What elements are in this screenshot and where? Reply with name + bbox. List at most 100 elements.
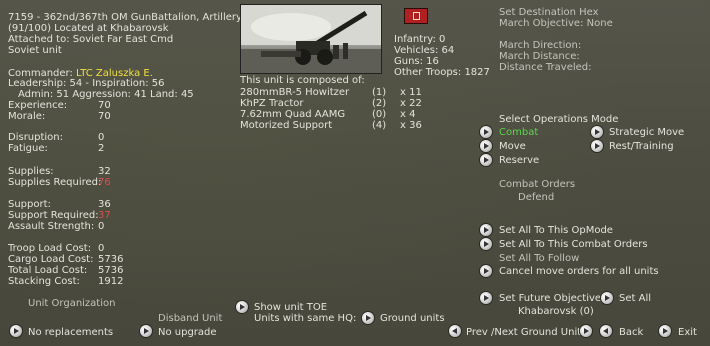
set-all-objective-label[interactable]: Set All [619,293,651,304]
composition-item-damaged: (1) [372,87,387,98]
composition-item-name: KhPZ Tractor [240,98,304,109]
move-mode-button[interactable] [480,140,492,152]
stat-value: 0 [98,132,105,143]
stat-label: Supplies: [8,166,54,177]
total-guns: Guns: 16 [394,56,439,67]
reserve-mode-label[interactable]: Reserve [499,155,539,166]
stat-value: 2 [98,143,105,154]
stat-label: Assault Strength: [8,221,95,232]
exit-label[interactable]: Exit [678,327,697,338]
set-all-opmode-button[interactable] [480,224,492,236]
set-all-opmode-label[interactable]: Set All To This OpMode [499,225,613,236]
set-destination-hex[interactable]: Set Destination Hex [499,7,599,18]
stat-value: 5736 [98,265,124,276]
composition-item-damaged: (0) [372,109,387,120]
exit-button[interactable] [659,325,671,337]
replacements-button[interactable] [10,325,22,337]
prev-next-unit-label: Prev /Next Ground Unit [466,327,582,338]
stat-value-warning: 37 [98,210,111,221]
prev-unit-button[interactable] [449,325,461,337]
howitzer-silhouette-icon [241,5,381,73]
strategic-move-label[interactable]: Strategic Move [609,127,684,138]
composition-header: This unit is composed of: [240,75,365,86]
show-toe-button[interactable] [236,301,248,313]
stat-label: Support Required: [8,210,99,221]
future-objective-label[interactable]: Set Future Objective [499,293,601,304]
composition-item-count: x 11 [400,87,422,98]
opmode-header: Select Operations Mode [499,114,619,125]
unit-photo [240,4,382,74]
ground-units-label[interactable]: Ground units [380,313,445,324]
stat-label: Cargo Load Cost: [8,254,94,265]
disband-unit-label: Disband Unit [158,313,223,324]
stat-value-warning: 76 [98,177,111,188]
stat-value: 0 [98,221,105,232]
back-label[interactable]: Back [619,327,643,338]
stat-label: Support: [8,199,51,210]
stat-label: Experience: [8,100,68,111]
combat-mode-label[interactable]: Combat [499,127,538,138]
commander-leadership: Leadership: 54 - Inspiration: 56 [8,78,165,89]
stat-value: 0 [98,243,105,254]
ground-units-button[interactable] [362,312,374,324]
march-distance: March Distance: [499,51,580,62]
show-toe-label[interactable]: Show unit TOE [254,302,327,313]
replacements-label[interactable]: No replacements [28,327,113,338]
composition-item-damaged: (4) [372,120,387,131]
future-objective-value: Khabarovsk (0) [518,306,594,317]
composition-item-count: x 36 [400,120,422,131]
stat-value: 36 [98,199,111,210]
set-all-follow-label: Set All To Follow [499,253,580,264]
cancel-move-label[interactable]: Cancel move orders for all units [499,266,659,277]
combat-mode-button[interactable] [480,126,492,138]
stat-value: 70 [98,100,111,111]
total-infantry: Infantry: 0 [394,34,446,45]
upgrade-label[interactable]: No upgrade [158,327,217,338]
rest-training-button[interactable] [591,140,603,152]
combat-orders-header: Combat Orders [499,179,576,190]
stat-value: 32 [98,166,111,177]
composition-item-name: 7.62mm Quad AAMG [240,109,346,120]
move-mode-label[interactable]: Move [499,141,526,152]
march-direction: March Direction: [499,40,582,51]
same-hq-label: Units with same HQ: [254,313,357,324]
set-all-objective-button[interactable] [601,292,613,304]
unit-detail-panel: 7159 - 362nd/367th OM GunBattalion, Arti… [0,0,710,346]
march-objective: March Objective: None [499,18,613,29]
stat-value: 5736 [98,254,124,265]
stat-label: Disruption: [8,132,64,143]
unit-organization-label: Unit Organization [28,298,116,309]
back-button[interactable] [600,325,612,337]
commander-stats: Admin: 51 Aggression: 41 Land: 45 [18,89,194,100]
strategic-move-button[interactable] [591,126,603,138]
stat-value: 1912 [98,276,124,287]
stat-value: 70 [98,111,111,122]
total-vehicles: Vehicles: 64 [394,45,455,56]
unit-title: 7159 - 362nd/367th OM GunBattalion, Arti… [8,12,256,23]
stat-label: Fatigue: [8,143,48,154]
unit-nation: Soviet unit [8,45,62,56]
stat-label: Supplies Required: [8,177,102,188]
reserve-mode-button[interactable] [480,154,492,166]
next-unit-button[interactable] [580,325,592,337]
stat-label: Stacking Cost: [8,276,80,287]
composition-item-name: 280mmBR-5 Howitzer [240,87,350,98]
combat-orders-value[interactable]: Defend [518,192,554,203]
upgrade-button[interactable] [140,325,152,337]
stat-label: Morale: [8,111,46,122]
cancel-move-button[interactable] [480,265,492,277]
total-other: Other Troops: 1827 [394,67,490,78]
composition-item-damaged: (2) [372,98,387,109]
composition-item-count: x 22 [400,98,422,109]
composition-item-count: x 4 [400,109,416,120]
stat-label: Troop Load Cost: [8,243,92,254]
soviet-flag-icon [404,8,428,24]
rest-training-label[interactable]: Rest/Training [609,141,674,152]
set-all-orders-button[interactable] [480,238,492,250]
future-objective-button[interactable] [480,292,492,304]
unit-attached: Attached to: Soviet Far East Cmd [8,34,174,45]
stat-label: Total Load Cost: [8,265,88,276]
set-all-orders-label[interactable]: Set All To This Combat Orders [499,239,648,250]
distance-traveled: Distance Traveled: [499,62,592,73]
composition-item-name: Motorized Support [240,120,333,131]
